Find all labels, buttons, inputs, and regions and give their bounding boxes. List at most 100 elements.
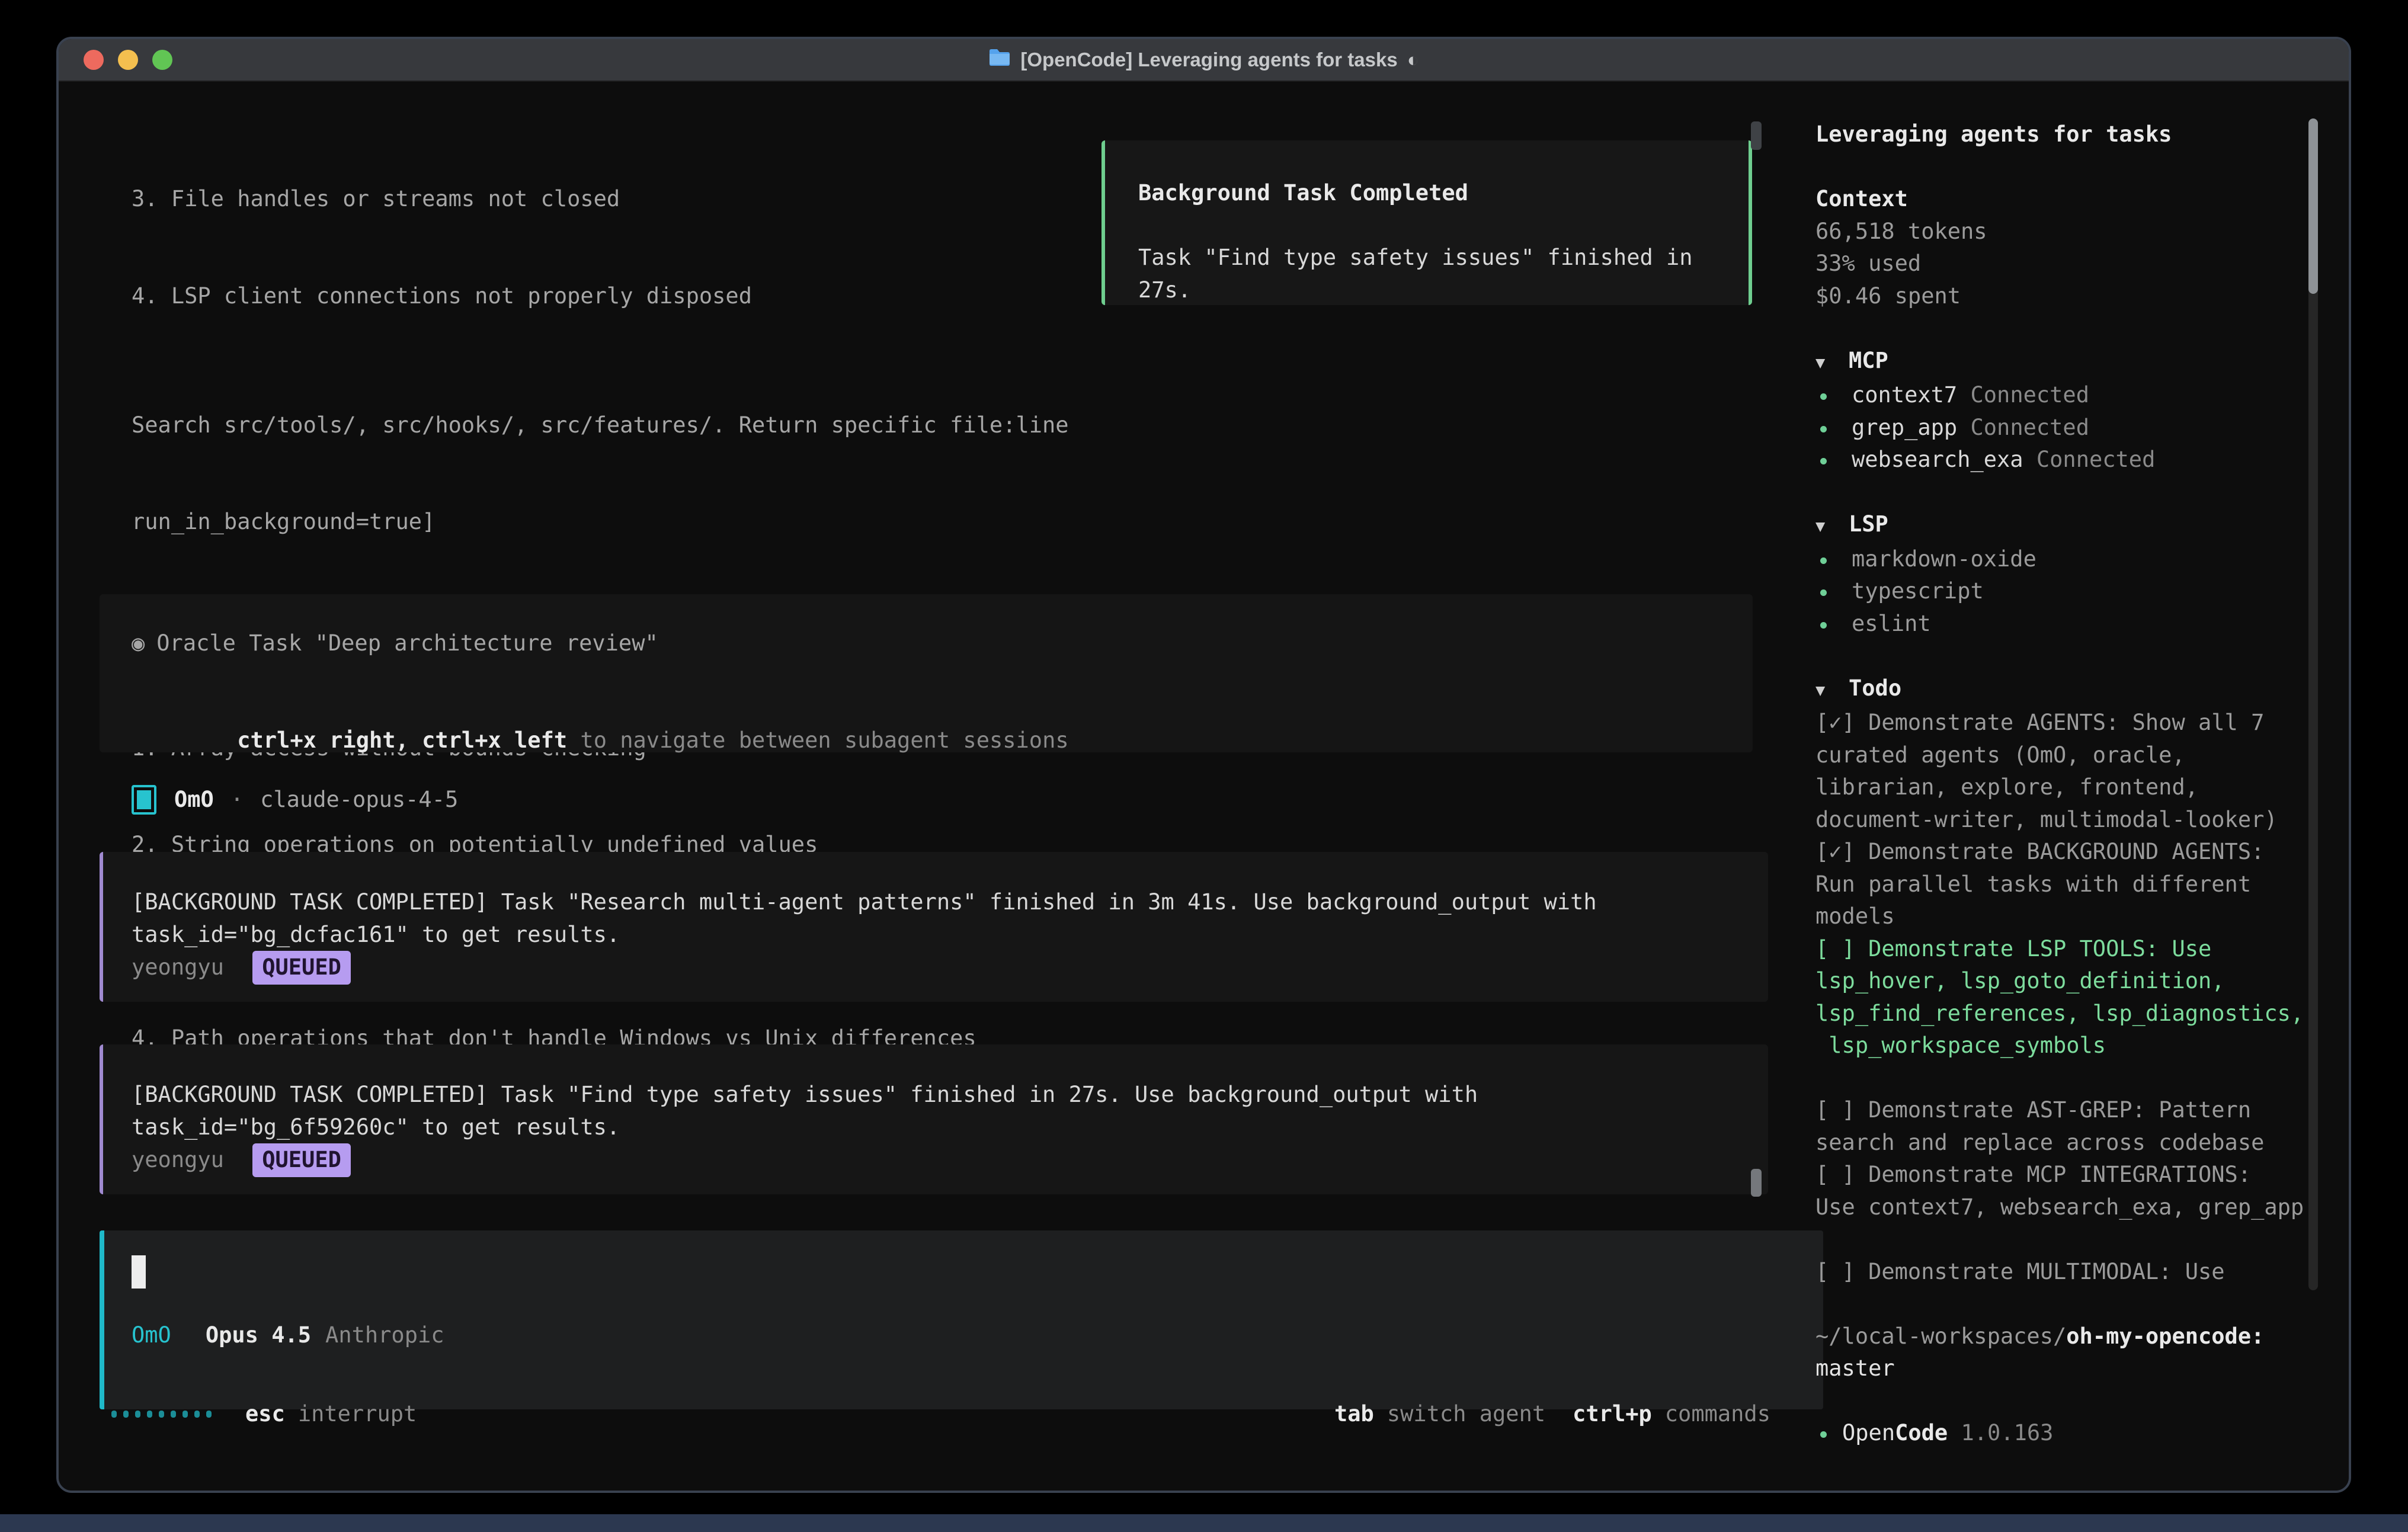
status-dot-icon [1820, 557, 1827, 564]
oracle-task-title: Oracle Task "Deep architecture review" [156, 627, 658, 660]
task-author: yeongyu [132, 1147, 224, 1172]
lsp-item: eslint [1815, 608, 2313, 640]
toast-body: Task "Find type safety issues" finished … [1138, 242, 1715, 306]
todo-line: [ ] Demonstrate LSP TOOLS: Use [1815, 933, 2313, 966]
status-right: tab switch agent ctrl+p commands [1334, 1398, 1770, 1431]
composer-model-row[interactable]: OmO Opus 4.5 Anthropic [132, 1319, 1823, 1352]
maximize-button[interactable] [152, 50, 172, 70]
task-author: yeongyu [132, 954, 224, 980]
status-dot-icon [1820, 622, 1827, 629]
shortcut-key: esc [245, 1398, 285, 1431]
todo-group-done: [✓] Demonstrate BACKGROUND AGENTS: Run p… [1815, 836, 2313, 933]
mcp-status: Connected [1971, 382, 2089, 408]
todo-line: Use context7, websearch_exa, grep_app [1815, 1191, 2313, 1224]
terminal-window: [OpenCode] Leveraging agents for tasks ◐… [56, 37, 2351, 1493]
todo-line: lsp_workspace_symbols [1815, 1030, 2313, 1062]
todo-line: search and replace across codebase [1815, 1127, 2313, 1159]
status-dot-icon [1820, 426, 1827, 432]
agent-icon [132, 785, 156, 815]
todo-line: [ ] Demonstrate AST-GREP: Pattern [1815, 1094, 2313, 1127]
workspace-path: ~/local-workspaces/oh-my-opencode: [1815, 1321, 2313, 1353]
oracle-task-card[interactable]: ◉ Oracle Task "Deep architecture review"… [100, 594, 1753, 752]
title-bar[interactable]: [OpenCode] Leveraging agents for tasks ◐ [59, 39, 2349, 82]
traffic-lights [84, 50, 172, 70]
todo-line: [ ] Demonstrate MCP INTEGRATIONS: [1815, 1159, 2313, 1191]
status-badge: QUEUED [252, 951, 351, 985]
composer-agent: OmO [132, 1319, 171, 1352]
dock-edge-strip [0, 1514, 2408, 1532]
todo-section-header[interactable]: ▼Todo [1815, 672, 2313, 707]
app-version: 1.0.163 [1961, 1420, 2054, 1446]
hint-text: to navigate between subagent sessions [580, 727, 1068, 753]
todo-group-pending: [ ] Demonstrate AST-GREP: Pattern search… [1815, 1094, 2313, 1159]
mcp-item: websearch_exa Connected [1815, 444, 2313, 476]
mcp-heading: MCP [1849, 348, 1888, 373]
app-version-row: OpenCode 1.0.163 [1815, 1417, 2313, 1450]
text-cursor [132, 1255, 146, 1289]
folder-icon [988, 48, 1011, 72]
transcript-line: Search src/tools/, src/hooks/, src/featu… [132, 409, 1751, 442]
task-message-card: [BACKGROUND TASK COMPLETED] Task "Resear… [100, 852, 1768, 1002]
mcp-name: websearch_exa [1852, 447, 2023, 472]
scrollbar-thumb-top[interactable] [1751, 121, 1762, 150]
status-dot-icon [1820, 1431, 1827, 1438]
scrollbar-thumb[interactable] [1751, 1169, 1762, 1197]
subagent-nav-hint: ctrl+x right, ctrl+x left to navigate be… [132, 692, 1721, 789]
chevron-down-icon: ▼ [1815, 511, 1849, 543]
shortcut-key: tab [1334, 1398, 1374, 1431]
todo-group-pending: [ ] Demonstrate MULTIMODAL: Use [1815, 1256, 2313, 1289]
mcp-item: grep_app Connected [1815, 412, 2313, 444]
todo-line: [✓] Demonstrate AGENTS: Show all 7 [1815, 707, 2313, 739]
task-message-meta: yeongyu QUEUED [132, 1143, 1736, 1177]
hint-key: ctrl+x left [422, 727, 567, 753]
session-state-icon: ◐ [1407, 49, 1419, 71]
oracle-task-title-row: ◉ Oracle Task "Deep architecture review" [132, 627, 1721, 660]
todo-line: Run parallel tasks with different [1815, 868, 2313, 901]
status-dot-icon [1820, 589, 1827, 596]
separator-dot: · [230, 784, 244, 816]
sidebar-scrollbar-thumb[interactable] [2308, 118, 2318, 294]
sidebar-scrollbar[interactable] [2308, 118, 2318, 1290]
task-message-card: [BACKGROUND TASK COMPLETED] Task "Find t… [100, 1044, 1768, 1194]
lsp-item: typescript [1815, 575, 2313, 608]
context-used: 33% used [1815, 248, 2313, 280]
todo-heading: Todo [1849, 675, 1901, 701]
main-scrollbar[interactable] [1751, 121, 1762, 1197]
close-button[interactable] [84, 50, 104, 70]
context-heading: Context [1815, 183, 2313, 216]
todo-line: librarian, explore, frontend, [1815, 771, 2313, 804]
agent-name: OmO [174, 784, 214, 816]
shortcut-label: interrupt [298, 1398, 417, 1431]
todo-line: models [1815, 900, 2313, 933]
composer-provider: Anthropic [325, 1319, 444, 1352]
background-task-toast: Background Task Completed Task "Find typ… [1101, 140, 1752, 305]
composer-model: Opus 4.5 [206, 1319, 311, 1352]
mcp-status: Connected [2036, 447, 2155, 472]
repo-name: oh-my-opencode: [2066, 1323, 2264, 1349]
task-message-line: task_id="bg_6f59260c" to get results. [132, 1111, 1736, 1144]
minimize-button[interactable] [118, 50, 138, 70]
task-message-line: [BACKGROUND TASK COMPLETED] Task "Resear… [132, 886, 1736, 919]
status-bar: esc interrupt tab switch agent ctrl+p co… [111, 1398, 1770, 1431]
status-badge: QUEUED [252, 1143, 351, 1177]
mcp-section-header[interactable]: ▼MCP [1815, 345, 2313, 380]
context-tokens: 66,518 tokens [1815, 216, 2313, 248]
lsp-section-header[interactable]: ▼LSP [1815, 508, 2313, 543]
chevron-down-icon: ▼ [1815, 347, 1849, 380]
lsp-heading: LSP [1849, 511, 1888, 537]
status-dot-icon [1820, 393, 1827, 400]
todo-line: lsp_hover, lsp_goto_definition, [1815, 965, 2313, 998]
transcript-line: run_in_background=true] [132, 506, 1751, 539]
sidebar: Leveraging agents for tasks Context 66,5… [1815, 118, 2313, 1450]
prompt-input[interactable]: OmO Opus 4.5 Anthropic [100, 1230, 1823, 1409]
task-message-line: task_id="bg_dcfac161" to get results. [132, 919, 1736, 951]
agent-model: claude-opus-4-5 [260, 784, 458, 816]
shortcut-key: ctrl+p [1573, 1398, 1652, 1431]
mcp-name: context7 [1852, 382, 1957, 408]
record-icon: ◉ [132, 627, 145, 660]
status-dot-icon [1820, 458, 1827, 464]
session-title: Leveraging agents for tasks [1815, 118, 2313, 151]
mcp-status: Connected [1971, 415, 2089, 440]
shortcut-label: switch agent [1387, 1398, 1545, 1431]
todo-line: [✓] Demonstrate BACKGROUND AGENTS: [1815, 836, 2313, 868]
